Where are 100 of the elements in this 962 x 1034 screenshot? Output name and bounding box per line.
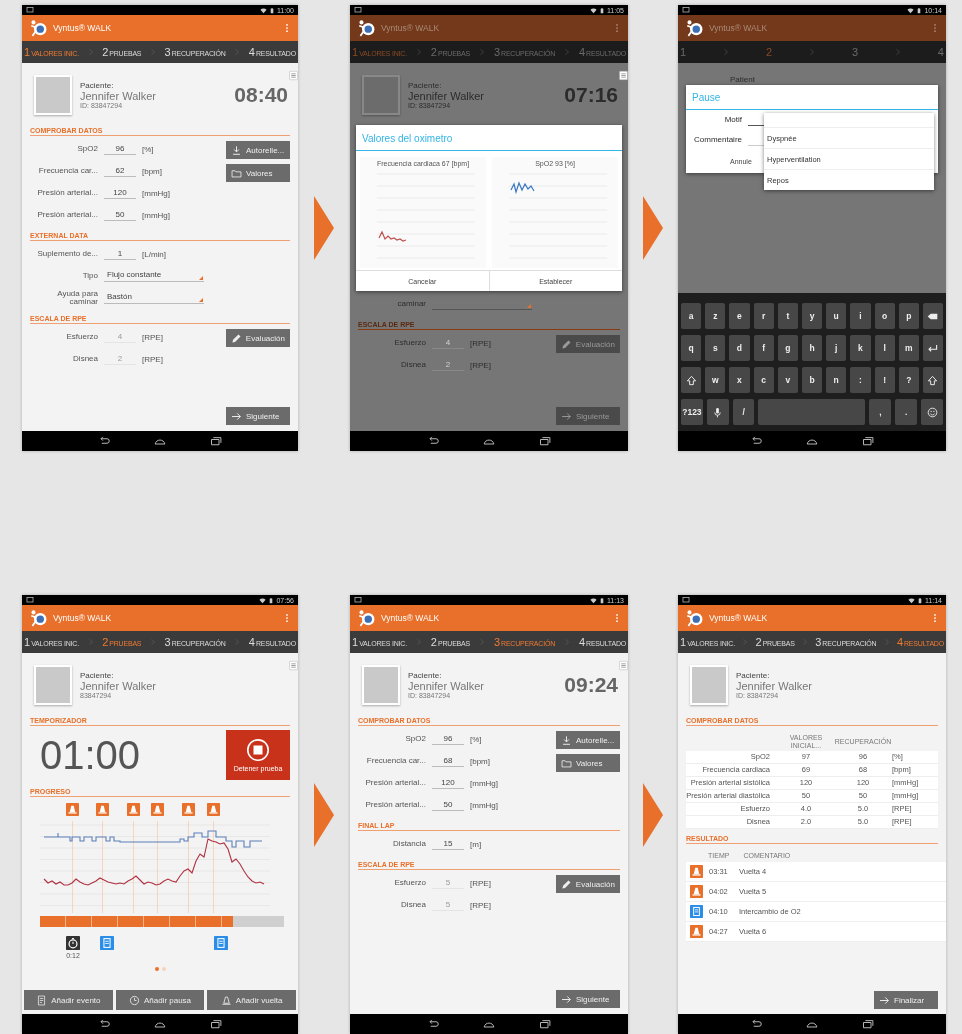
keyboard-key[interactable]: r xyxy=(753,303,774,329)
unit-label: [%] xyxy=(142,144,154,154)
keyboard-key[interactable]: k xyxy=(850,335,871,361)
app-logo-icon xyxy=(28,19,48,37)
keyboard-key[interactable]: p xyxy=(898,303,919,329)
add-lap-button[interactable]: Añadir vuelta xyxy=(207,990,296,1010)
drawer-handle-icon[interactable] xyxy=(289,69,298,82)
keyboard-key[interactable]: t xyxy=(777,303,798,329)
keyboard-key[interactable]: . xyxy=(895,399,918,425)
input-field[interactable]: 50 xyxy=(104,209,136,221)
recents-icon[interactable] xyxy=(209,435,223,447)
add-pause-button[interactable]: Añadir pausa xyxy=(115,990,205,1010)
keyboard-key[interactable]: j xyxy=(826,335,847,361)
cone-icon xyxy=(182,803,195,816)
keyboard-key[interactable]: d xyxy=(729,335,750,361)
drawer-handle-icon[interactable] xyxy=(289,659,298,672)
dropdown-field[interactable]: Bastón xyxy=(104,292,204,304)
keyboard-key[interactable]: c xyxy=(753,367,774,393)
recents-icon[interactable] xyxy=(861,1018,875,1030)
back-icon[interactable] xyxy=(97,1018,111,1030)
emoji-icon xyxy=(926,406,938,418)
input-field[interactable]: 120 xyxy=(432,777,464,789)
keyboard-key[interactable] xyxy=(922,367,944,393)
keyboard-key[interactable]: f xyxy=(753,335,774,361)
notification-icon xyxy=(26,6,34,14)
input-field[interactable]: 62 xyxy=(104,165,136,177)
evaluation-button[interactable]: Evaluación xyxy=(556,875,620,893)
input-field[interactable]: 1 xyxy=(104,248,136,260)
keyboard-key[interactable]: x xyxy=(729,367,750,393)
page-dot[interactable] xyxy=(161,967,166,971)
recents-icon[interactable] xyxy=(209,1018,223,1030)
input-field[interactable]: 68 xyxy=(432,755,464,767)
finish-button[interactable]: Finalizar xyxy=(874,991,938,1009)
next-button[interactable]: Siguiente xyxy=(226,407,290,425)
keyboard-key[interactable]: ?123 xyxy=(681,399,703,425)
battery-icon xyxy=(917,596,923,604)
keyboard-key[interactable]: l xyxy=(874,335,895,361)
back-icon[interactable] xyxy=(426,1018,440,1030)
keyboard-key[interactable] xyxy=(922,303,944,329)
values-button[interactable]: Valores xyxy=(226,164,290,182)
shift-icon xyxy=(685,374,697,386)
autofill-button[interactable]: Autorelle... xyxy=(226,141,290,159)
recents-icon[interactable] xyxy=(538,1018,552,1030)
input-field[interactable]: 50 xyxy=(432,799,464,811)
keyboard-key[interactable]: s xyxy=(705,335,726,361)
keyboard-key[interactable]: y xyxy=(801,303,823,329)
autofill-button[interactable]: Autorelle... xyxy=(556,731,620,749)
cone-icon xyxy=(66,803,79,816)
patient-label: Paciente: xyxy=(80,81,115,90)
evaluation-button[interactable]: Evaluación xyxy=(226,329,290,347)
keyboard-key[interactable] xyxy=(681,367,702,393)
keyboard-key[interactable]: : xyxy=(850,367,871,393)
dropdown-field[interactable]: Flujo constante xyxy=(104,270,204,282)
arrow-right-icon xyxy=(561,993,572,1005)
keyboard-key[interactable]: ? xyxy=(898,367,919,393)
keyboard-key[interactable]: o xyxy=(874,303,895,329)
keyboard-key[interactable]: h xyxy=(801,335,823,361)
drawer-handle-icon[interactable] xyxy=(619,659,628,672)
keyboard-key[interactable]: w xyxy=(705,367,726,393)
keyboard-key[interactable]: ! xyxy=(874,367,895,393)
keyboard-key[interactable]: z xyxy=(705,303,726,329)
input-field[interactable]: 96 xyxy=(104,143,136,155)
patient-label: Patient xyxy=(729,74,756,84)
unit-label: [RPE] xyxy=(470,338,491,348)
page-dot[interactable] xyxy=(154,967,159,971)
keyboard-key[interactable]: u xyxy=(826,303,847,329)
keyboard-key[interactable]: v xyxy=(777,367,798,393)
back-icon[interactable] xyxy=(426,435,440,447)
drawer-handle-icon[interactable] xyxy=(619,69,628,82)
recents-icon[interactable] xyxy=(861,435,875,447)
field-label: Frecuencia car... xyxy=(37,166,99,176)
back-icon[interactable] xyxy=(749,1018,763,1030)
keyboard-key[interactable]: i xyxy=(850,303,871,329)
arrow-right-icon xyxy=(879,994,890,1006)
cone-icon xyxy=(127,803,140,816)
keyboard-key[interactable] xyxy=(922,335,944,361)
keyboard-key[interactable]: a xyxy=(681,303,702,329)
keyboard-key[interactable]: / xyxy=(732,399,755,425)
recents-icon[interactable] xyxy=(538,435,552,447)
pencil-icon xyxy=(231,332,242,344)
patient-label: Paciente: xyxy=(408,671,443,680)
keyboard-key[interactable]: , xyxy=(869,399,892,425)
keyboard-key[interactable]: n xyxy=(826,367,847,393)
add-event-button[interactable]: Añadir evento xyxy=(24,990,113,1010)
field-label: Esfuerzo xyxy=(393,338,427,348)
keyboard-key[interactable]: b xyxy=(801,367,823,393)
keyboard-key[interactable] xyxy=(706,399,729,425)
keyboard-key[interactable]: m xyxy=(898,335,919,361)
input-field[interactable]: 96 xyxy=(432,733,464,745)
next-button[interactable]: Siguiente xyxy=(556,990,620,1008)
back-icon[interactable] xyxy=(749,435,763,447)
patient-label: Paciente: xyxy=(408,81,443,90)
input-field[interactable]: 120 xyxy=(104,187,136,199)
keyboard-key[interactable]: e xyxy=(729,303,750,329)
keyboard-key[interactable]: q xyxy=(681,335,702,361)
keyboard-key[interactable]: g xyxy=(777,335,798,361)
flow-arrow-icon xyxy=(314,782,334,847)
values-button[interactable]: Valores xyxy=(556,754,620,772)
back-icon[interactable] xyxy=(97,435,111,447)
input-field[interactable]: 15 xyxy=(432,838,464,850)
